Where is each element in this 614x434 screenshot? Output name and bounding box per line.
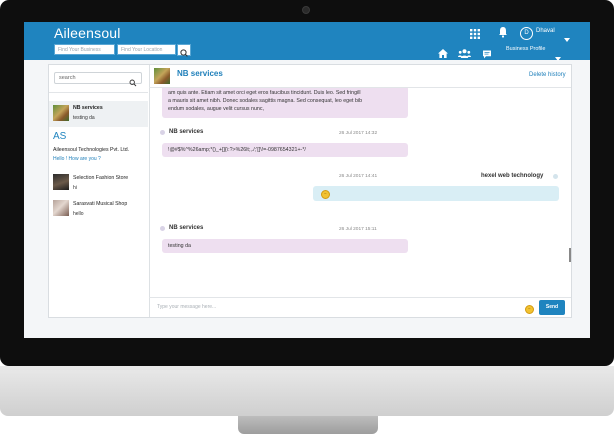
message-bubble: testing da — [162, 239, 408, 253]
message-sender: hexel web technology — [481, 173, 544, 179]
conversation-item-aileensoul-technologies[interactable]: AS Aileensoul Technologies Pvt. Ltd. Hel… — [49, 131, 148, 167]
grid-apps-icon[interactable] — [470, 26, 480, 44]
message-input[interactable]: Type your message here... — [157, 304, 216, 310]
message-bubble: ᵕ — [313, 186, 559, 201]
message-text: testing da — [168, 243, 191, 249]
conversation-last-message: hi — [73, 185, 77, 191]
divider — [49, 92, 148, 93]
user-menu-chevron-icon[interactable] — [564, 29, 570, 47]
conversation-last-message: hello — [73, 211, 84, 217]
message-text: a mauris sit amet nibh. Donec sodales sa… — [168, 98, 363, 104]
message-text: am quis ante. Etiam sit amet orci eget e… — [168, 90, 361, 96]
conversation-avatar — [53, 174, 69, 190]
conversation-avatar — [53, 200, 69, 216]
message-sender: NB services — [169, 225, 204, 231]
user-name[interactable]: Dhaval — [536, 28, 555, 34]
message-bubble: !@#$%^%26amp;*()_+[]{\:?>%26lt;,./;'[]\!… — [162, 143, 408, 157]
message-bubble: am quis ante. Etiam sit amet orci eget e… — [162, 88, 408, 118]
search-icon — [129, 74, 137, 92]
chat-title: NB services — [177, 69, 223, 78]
bell-icon[interactable] — [498, 25, 508, 43]
sender-avatar-dot — [160, 130, 165, 135]
chat-avatar — [154, 68, 170, 84]
delete-history-link[interactable]: Delete history — [529, 72, 566, 78]
send-button[interactable]: Send — [539, 300, 565, 315]
contacts-icon[interactable] — [458, 45, 471, 63]
search-button[interactable] — [177, 44, 191, 57]
conversation-item-sarasvati-musical-shop[interactable]: Sarasvati Musical Shop hello — [49, 197, 148, 221]
chat-header: NB services Delete history — [149, 65, 571, 88]
message-scrollbar[interactable] — [569, 248, 571, 262]
webcam — [302, 6, 310, 14]
message-compose-bar: Type your message here... ᵕ Send — [149, 297, 571, 318]
message-time: 26 Jul 2017 14:32 — [339, 131, 378, 136]
location-search-input[interactable]: Find Your Location — [117, 44, 176, 55]
conversation-sidebar: search NB services testing da AS Aileens… — [49, 65, 150, 317]
conversation-item-nb-services[interactable]: NB services testing da — [49, 101, 148, 127]
monitor-stand — [238, 416, 378, 434]
search-icon — [180, 49, 188, 57]
conversation-item-selection-fashion-store[interactable]: Selection Fashion Store hi — [49, 171, 148, 195]
conversation-name: NB services — [73, 105, 103, 111]
messages-panel: search NB services testing da AS Aileens… — [48, 64, 572, 318]
conversation-name: Aileensoul Technologies Pvt. Ltd. — [53, 147, 130, 153]
company-logo: AS — [53, 131, 67, 142]
message-list: am quis ante. Etiam sit amet orci eget e… — [149, 88, 571, 296]
monitor-chin — [0, 366, 614, 416]
message-text: endum sodales, augue velit cursus nunc, — [168, 106, 264, 112]
conversation-last-message: testing da — [73, 115, 95, 121]
message-icon[interactable] — [482, 46, 492, 64]
smiley-emoji-icon: ᵕ — [321, 190, 330, 199]
app-logo[interactable]: Aileensoul — [54, 25, 121, 41]
app-screen: Aileensoul Find Your Business Find Your … — [24, 22, 590, 338]
business-search-input[interactable]: Find Your Business — [54, 44, 115, 55]
conversation-name: Sarasvati Musical Shop — [73, 201, 128, 207]
sender-avatar-dot — [553, 174, 558, 179]
message-time: 26 Jul 2017 15:11 — [339, 227, 377, 232]
conversation-avatar — [53, 105, 69, 121]
message-sender: NB services — [169, 129, 204, 135]
message-time: 26 Jul 2017 14:41 — [339, 174, 378, 179]
user-avatar[interactable]: D — [520, 27, 533, 40]
business-profile-menu[interactable]: Business Profile — [506, 46, 545, 52]
conversation-last-message: Hello ! How are you ? — [53, 156, 101, 162]
conversation-name: Selection Fashion Store — [73, 175, 129, 181]
top-header: Aileensoul Find Your Business Find Your … — [24, 22, 590, 63]
emoji-picker-icon[interactable]: ᵕ — [525, 305, 534, 314]
sender-avatar-dot — [160, 226, 165, 231]
message-text: !@#$%^%26amp;*()_+[]{\:?>%26lt;,./;'[]\!… — [168, 147, 306, 153]
home-icon[interactable] — [438, 45, 448, 63]
